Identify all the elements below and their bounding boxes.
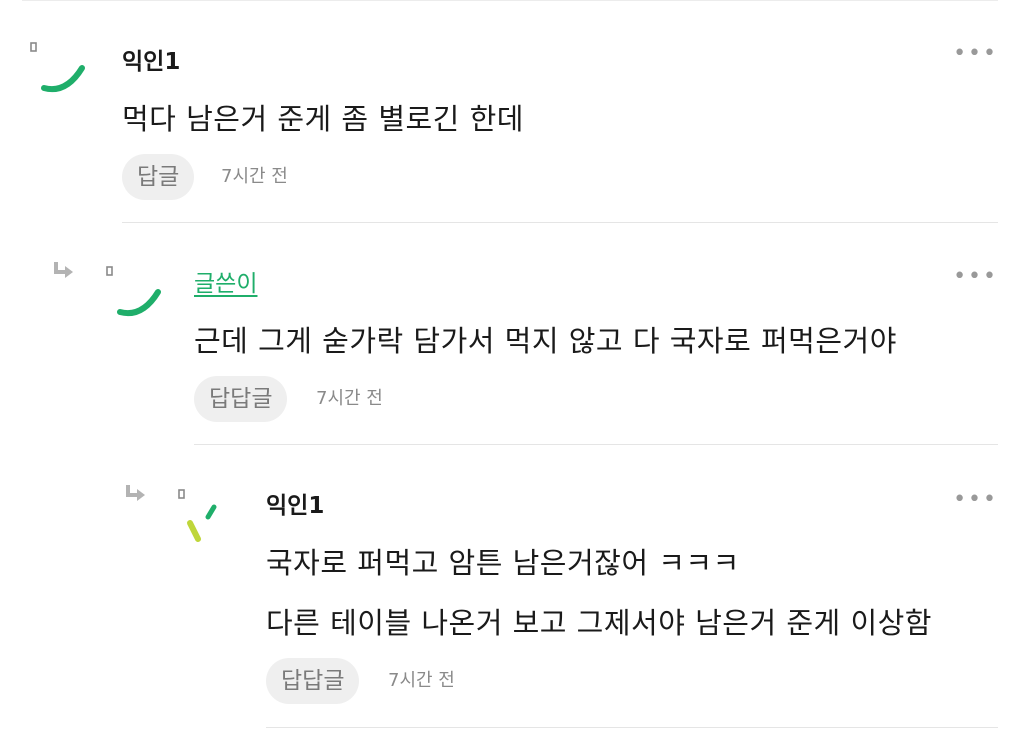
reply-button[interactable]: 답답글 bbox=[266, 658, 360, 704]
sweat-avatar-icon[interactable] bbox=[176, 487, 240, 547]
reply-item: 익인1 ••• 국자로 퍼먹고 암튼 남은거잖어 ㅋㅋㅋ 다른 테이블 나온거 … bbox=[0, 0, 1024, 730]
more-horizontal-icon[interactable]: ••• bbox=[953, 489, 998, 511]
comment-thread: 익인1 ••• 먹다 남은거 준게 좀 별로긴 한데 답글 7시간 전 글쓴이 … bbox=[0, 0, 1024, 730]
comment-divider bbox=[266, 727, 998, 728]
comment-time: 7시간 전 bbox=[388, 670, 455, 691]
comment-author[interactable]: 익인1 bbox=[266, 486, 324, 520]
comment-text: 다른 테이블 나온거 보고 그제서야 남은거 준게 이상함 bbox=[266, 606, 932, 640]
comment-text: 국자로 퍼먹고 암튼 남은거잖어 ㅋㅋㅋ bbox=[266, 546, 740, 580]
reply-arrow-icon bbox=[126, 485, 145, 501]
